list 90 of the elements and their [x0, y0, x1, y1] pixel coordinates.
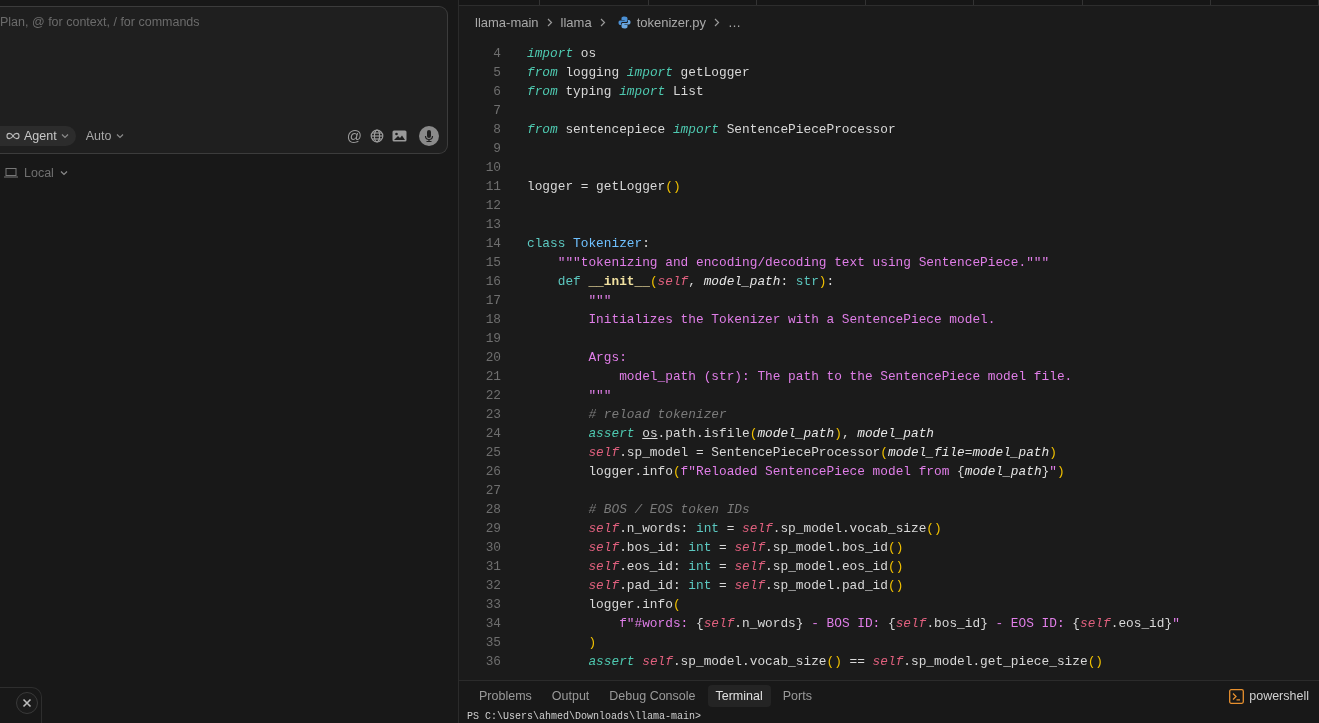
terminal-prompt: PS C:\Users\ahmed\Downloads\llama-main> — [466, 711, 703, 722]
line-number: 36 — [484, 654, 501, 669]
terminal-shell-tab[interactable]: powershell — [1229, 688, 1309, 704]
line-number: 25 — [484, 445, 501, 460]
panel-tab[interactable]: Terminal — [707, 685, 771, 707]
line-number: 13 — [484, 217, 501, 232]
panel-tab[interactable]: Ports — [774, 685, 820, 707]
code-line: import os — [527, 46, 597, 61]
code-line: self.bos_id: int = self.sp_model.bos_id() — [587, 540, 904, 555]
agent-mode-dropdown[interactable]: Agent — [0, 126, 76, 146]
chat-input-box[interactable]: Plan, @ for context, / for commands Agent Auto @ — [0, 6, 448, 154]
line-number: 7 — [492, 103, 501, 118]
panel-tab[interactable]: Problems — [471, 685, 540, 707]
line-number: 27 — [484, 483, 501, 498]
line-number: 21 — [484, 369, 501, 384]
code-line: assert self.sp_model.vocab_size() == self.sp_model.get_piece_size() — [587, 654, 1103, 669]
chevron-down-icon — [59, 170, 68, 176]
code-line: logger = getLogger() — [527, 179, 681, 194]
breadcrumb-file[interactable]: tokenizer.py — [636, 15, 707, 30]
code-line: ) — [587, 635, 597, 650]
laptop-icon — [4, 168, 18, 178]
line-number: 26 — [484, 464, 501, 479]
code-line: """ — [587, 293, 612, 308]
line-number: 5 — [492, 65, 501, 80]
line-number: 29 — [484, 521, 501, 536]
python-file-icon — [617, 16, 631, 29]
line-number: 10 — [484, 160, 501, 175]
mention-button[interactable]: @ — [346, 128, 362, 144]
panel-tab[interactable]: Debug Console — [601, 685, 704, 707]
code-line: Initializes the Tokenizer with a SentencePiece model. — [587, 312, 996, 327]
chat-placeholder: Plan, @ for context, / for commands — [0, 15, 200, 29]
line-number: 35 — [484, 635, 501, 650]
line-number: 6 — [492, 84, 501, 99]
line-number: 23 — [484, 407, 501, 422]
code-line: Args: — [587, 350, 627, 365]
close-icon[interactable] — [16, 692, 38, 714]
chevron-down-icon — [116, 133, 125, 139]
breadcrumb-folder[interactable]: llama — [560, 15, 592, 30]
environment-dropdown[interactable]: Local — [4, 166, 68, 180]
code-line: f"#words: {self.n_words} - BOS ID: {self.bos_id} - EOS ID: {self.eos_id}" — [618, 616, 1180, 631]
breadcrumb-folder[interactable]: llama-main — [475, 15, 539, 30]
line-number: 32 — [484, 578, 501, 593]
code-line: logger.info(f"Reloaded SentencePiece model from {model_path}") — [587, 464, 1065, 479]
breadcrumb-more[interactable]: … — [728, 15, 742, 30]
chevron-right-icon — [599, 18, 606, 27]
code-line: from sentencepiece import SentencePieceProcessor — [527, 122, 896, 137]
code-line: # BOS / EOS token IDs — [587, 502, 750, 517]
code-line: self.pad_id: int = self.sp_model.pad_id() — [587, 578, 904, 593]
microphone-button[interactable] — [419, 126, 439, 146]
chevron-down-icon — [60, 133, 69, 139]
line-number: 30 — [484, 540, 501, 555]
code-line: from logging import getLogger — [527, 65, 750, 80]
line-number: 22 — [484, 388, 501, 403]
line-number: 20 — [484, 350, 501, 365]
line-number: 31 — [484, 559, 501, 574]
code-line: assert os.path.isfile(model_path), model_path — [587, 426, 935, 441]
line-number: 11 — [484, 179, 501, 194]
code-line: class Tokenizer: — [527, 236, 650, 251]
line-number: 34 — [484, 616, 501, 631]
code-line: logger.info( — [587, 597, 681, 612]
line-number: 17 — [484, 293, 501, 308]
panel-tab[interactable]: Output — [543, 685, 598, 707]
line-number: 14 — [484, 236, 501, 251]
line-number: 9 — [492, 141, 501, 156]
code-line: self.sp_model = SentencePieceProcessor(model_file=model_path) — [587, 445, 1057, 460]
globe-icon[interactable] — [370, 129, 384, 143]
code-line: def __init__(self, model_path: str): — [556, 274, 835, 289]
code-line: # reload tokenizer — [587, 407, 727, 422]
line-number: 33 — [484, 597, 501, 612]
line-number: 24 — [484, 426, 501, 441]
line-number: 4 — [492, 46, 501, 61]
model-dropdown[interactable]: Auto — [83, 126, 127, 146]
code-line: from typing import List — [527, 84, 704, 99]
image-icon[interactable] — [392, 130, 407, 142]
line-number: 16 — [484, 274, 501, 289]
code-line: self.eos_id: int = self.sp_model.eos_id() — [587, 559, 904, 574]
line-number: 19 — [484, 331, 501, 346]
line-number: 15 — [484, 255, 501, 270]
code-line: """ — [587, 388, 612, 403]
line-number: 12 — [484, 198, 501, 213]
code-line: """tokenizing and encoding/decoding text using SentencePiece.""" — [556, 255, 1050, 270]
code-line: self.n_words: int = self.sp_model.vocab_size() — [587, 521, 942, 536]
line-number: 8 — [492, 122, 501, 137]
line-number: 18 — [484, 312, 501, 327]
chevron-right-icon — [546, 18, 553, 27]
code-line: model_path (str): The path to the SentencePiece model file. — [618, 369, 1073, 384]
infinity-icon — [6, 132, 20, 140]
terminal-icon — [1229, 688, 1245, 704]
chevron-right-icon — [714, 18, 721, 27]
line-number: 28 — [484, 502, 501, 517]
